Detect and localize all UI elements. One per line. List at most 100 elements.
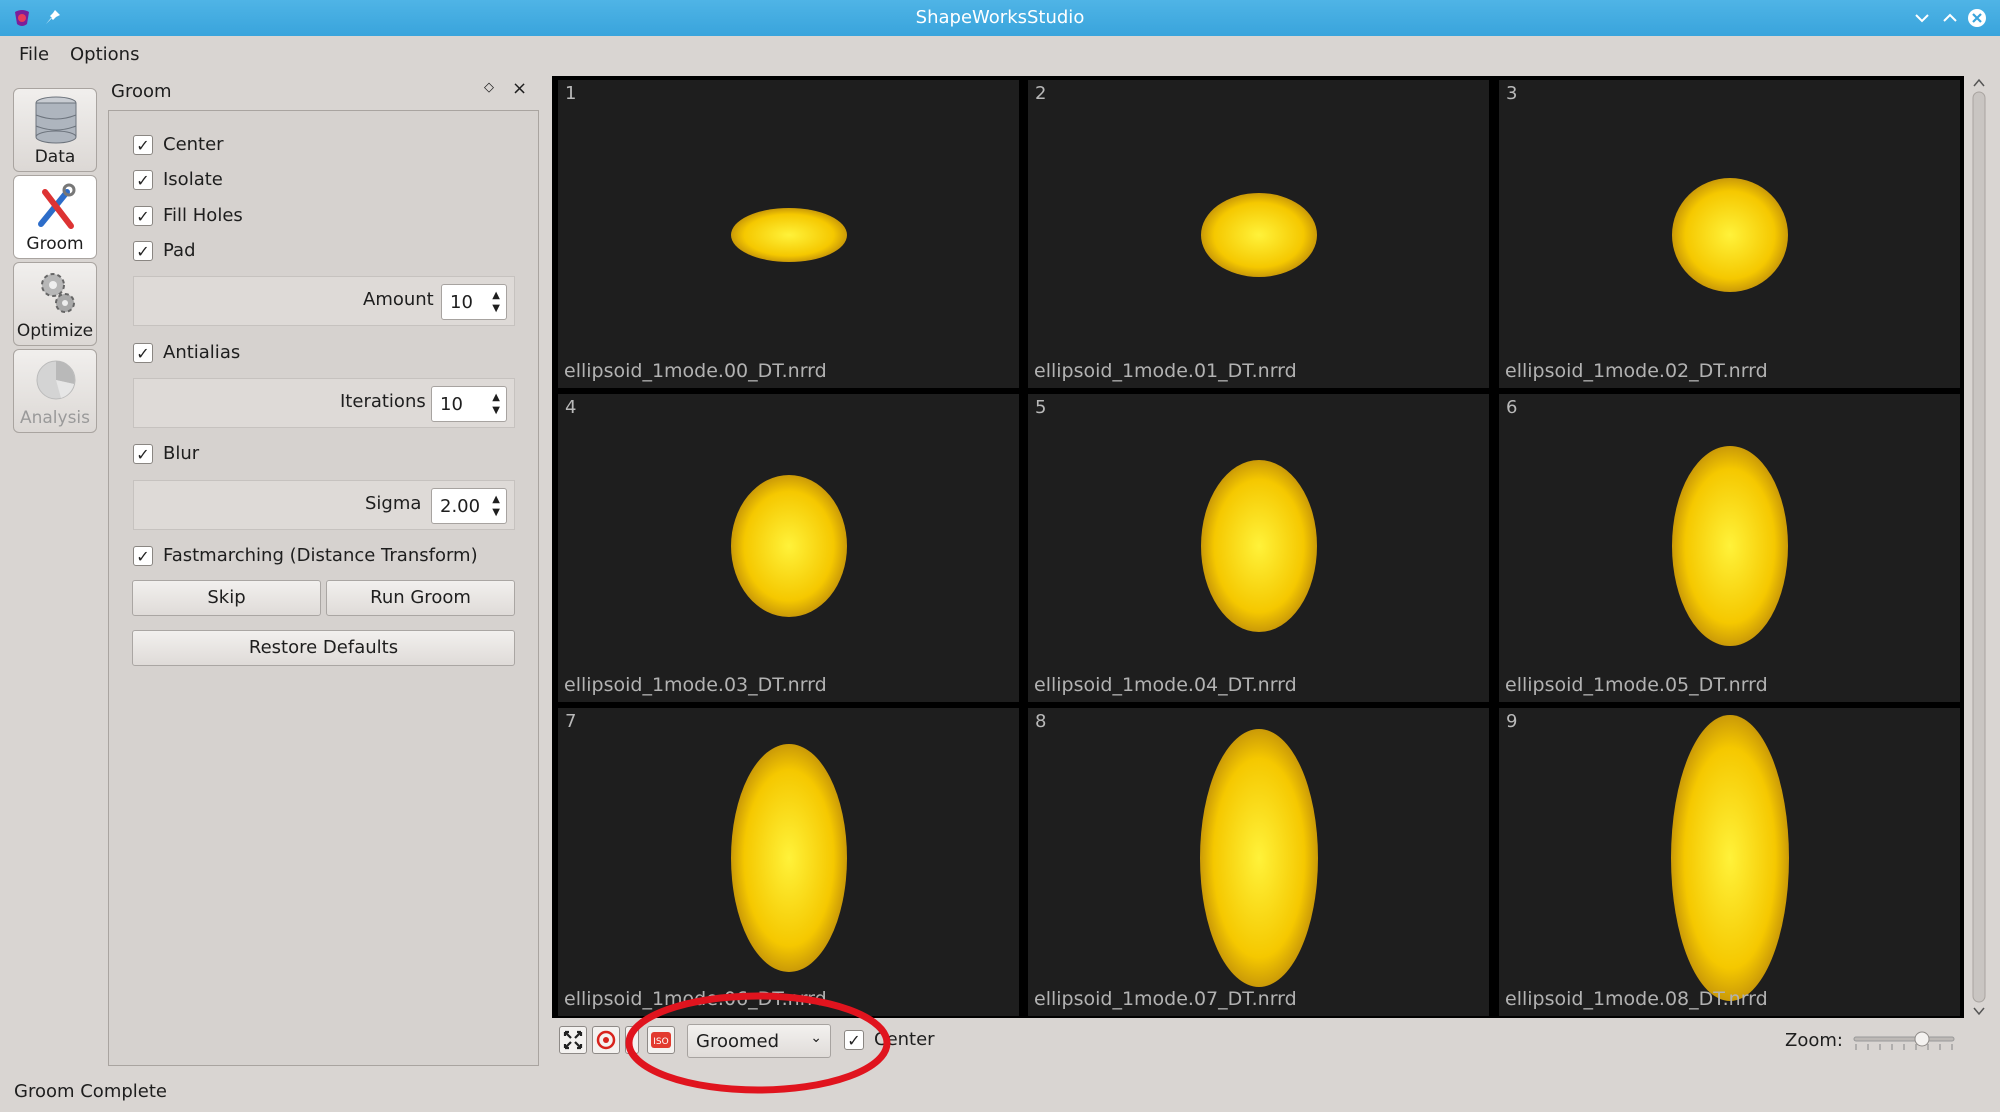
amount-spinbox[interactable]: 10 ▲ ▼ (441, 284, 507, 320)
viewer-cell[interactable]: 3 ellipsoid_1mode.02_DT.nrrd (1499, 80, 1960, 388)
spin-arrows-icon[interactable]: ▲ ▼ (492, 391, 500, 417)
pie-chart-icon (36, 360, 76, 400)
center-label: Center (163, 134, 224, 155)
shape-render (1201, 460, 1317, 632)
ellipsoid-shape (1200, 729, 1318, 987)
close-panel-icon[interactable]: × (512, 78, 527, 99)
close-icon[interactable] (1967, 8, 1987, 28)
toolbar-analysis-button[interactable]: Analysis (13, 349, 97, 433)
amount-value: 10 (450, 292, 473, 313)
glyphs-icon (596, 1030, 616, 1050)
shape-render (731, 475, 847, 617)
restore-defaults-button[interactable]: Restore Defaults (132, 630, 515, 666)
iso-button[interactable]: ISO (647, 1026, 675, 1054)
float-icon[interactable]: ◇ (484, 80, 494, 95)
minimize-icon[interactable] (1912, 8, 1932, 28)
autoview-button[interactable] (559, 1026, 587, 1054)
iterations-value: 10 (440, 394, 463, 415)
window-title: ShapeWorksStudio (915, 7, 1085, 28)
viewer-cell[interactable]: 7 ellipsoid_1mode.06_DT.nrrd (558, 708, 1019, 1016)
ellipsoid-shape (1671, 715, 1789, 1001)
groom-panel-title: Groom (111, 81, 172, 102)
zoom-slider[interactable] (1852, 1028, 1956, 1052)
iterations-label: Iterations (340, 391, 426, 412)
cell-number: 8 (1035, 711, 1047, 732)
skip-button[interactable]: Skip (132, 580, 321, 616)
cell-number: 4 (565, 397, 577, 418)
shape-render (1200, 729, 1318, 987)
check-icon: ✓ (844, 1030, 864, 1050)
display-mode-dropdown[interactable]: Groomed ⌄ (687, 1024, 831, 1058)
viewer-cell[interactable]: 4 ellipsoid_1mode.03_DT.nrrd (558, 394, 1019, 702)
gears-icon (41, 273, 75, 313)
autoview-icon (563, 1030, 583, 1050)
viewer-cell[interactable]: 6 ellipsoid_1mode.05_DT.nrrd (1499, 394, 1960, 702)
ellipsoid-shape (1672, 446, 1788, 646)
shape-render (731, 208, 847, 262)
viewer-center-label: Center (874, 1029, 935, 1050)
shape-render (1672, 446, 1788, 646)
groom-options: ✓ Center ✓ Isolate ✓ Fill Holes ✓ Pad Am… (108, 110, 539, 1066)
cell-filename: ellipsoid_1mode.07_DT.nrrd (1034, 988, 1297, 1010)
menu-options[interactable]: Options (70, 44, 139, 65)
cell-number: 6 (1506, 397, 1518, 418)
toolbar-data-label: Data (34, 147, 76, 167)
viewer-cell[interactable]: 8 ellipsoid_1mode.07_DT.nrrd (1028, 708, 1489, 1016)
amount-label: Amount (363, 289, 434, 310)
toolbar-data-button[interactable]: Data (13, 88, 97, 172)
cell-number: 1 (565, 83, 577, 104)
iso-icon: ISO (651, 1032, 671, 1048)
check-icon: ✓ (133, 135, 153, 155)
viewer-cell[interactable]: 2 ellipsoid_1mode.01_DT.nrrd (1028, 80, 1489, 388)
database-icon (35, 96, 77, 144)
viewer-scrollbar[interactable] (1970, 76, 1988, 1018)
check-icon: ✓ (133, 546, 153, 566)
iterations-row: Iterations 10 ▲ ▼ (133, 378, 515, 428)
toolbar-groom-button[interactable]: Groom (13, 175, 97, 259)
toolbar-optimize-button[interactable]: Optimize (13, 262, 97, 346)
blur-label: Blur (163, 443, 200, 464)
ellipsoid-shape (1201, 193, 1317, 277)
zoom-label: Zoom: (1785, 1030, 1843, 1051)
ellipsoid-shape (731, 208, 847, 262)
viewer-cell[interactable]: 9 ellipsoid_1mode.08_DT.nrrd (1499, 708, 1960, 1016)
cell-filename: ellipsoid_1mode.04_DT.nrrd (1034, 674, 1297, 696)
cell-filename: ellipsoid_1mode.05_DT.nrrd (1505, 674, 1768, 696)
sigma-spinbox[interactable]: 2.00 ▲ ▼ (431, 488, 507, 524)
spin-arrows-icon[interactable]: ▲ ▼ (492, 289, 500, 315)
menu-file[interactable]: File (19, 44, 49, 65)
check-icon: ✓ (133, 206, 153, 226)
display-mode-value: Groomed (696, 1031, 780, 1052)
iso-text: ISO (653, 1037, 668, 1047)
shape-render (731, 744, 847, 972)
glyphs-button[interactable] (592, 1026, 620, 1054)
iterations-spinbox[interactable]: 10 ▲ ▼ (431, 386, 507, 422)
viewer-grid[interactable]: 1 ellipsoid_1mode.00_DT.nrrd 2 ellipsoid_1m… (552, 76, 1964, 1018)
run-groom-button[interactable]: Run Groom (326, 580, 515, 616)
cell-filename: ellipsoid_1mode.02_DT.nrrd (1505, 360, 1768, 382)
surface-button[interactable] (625, 1026, 639, 1054)
check-icon: ✓ (133, 241, 153, 261)
sigma-row: Sigma 2.00 ▲ ▼ (133, 480, 515, 530)
fastmarching-label: Fastmarching (Distance Transform) (163, 545, 478, 566)
menu-bar: File Options (0, 38, 2000, 72)
chevron-down-icon: ⌄ (810, 1030, 822, 1046)
status-bar: Groom Complete (0, 1070, 2000, 1112)
spin-arrows-icon[interactable]: ▲ ▼ (492, 493, 500, 519)
viewer-cell[interactable]: 5 ellipsoid_1mode.04_DT.nrrd (1028, 394, 1489, 702)
cell-filename: ellipsoid_1mode.03_DT.nrrd (564, 674, 827, 696)
ellipsoid-shape (1201, 460, 1317, 632)
ellipsoid-shape (731, 744, 847, 972)
cell-number: 7 (565, 711, 577, 732)
viewer-cell[interactable]: 1 ellipsoid_1mode.00_DT.nrrd (558, 80, 1019, 388)
ellipsoid-shape (731, 475, 847, 617)
shape-render (1672, 178, 1788, 292)
amount-row: Amount 10 ▲ ▼ (133, 276, 515, 326)
brush-wrench-icon (38, 183, 76, 229)
toolbar-optimize-label: Optimize (16, 321, 94, 341)
maximize-icon[interactable] (1940, 8, 1960, 28)
check-icon: ✓ (133, 343, 153, 363)
check-icon: ✓ (133, 170, 153, 190)
sigma-value: 2.00 (440, 496, 481, 517)
shape-render (1671, 715, 1789, 1001)
